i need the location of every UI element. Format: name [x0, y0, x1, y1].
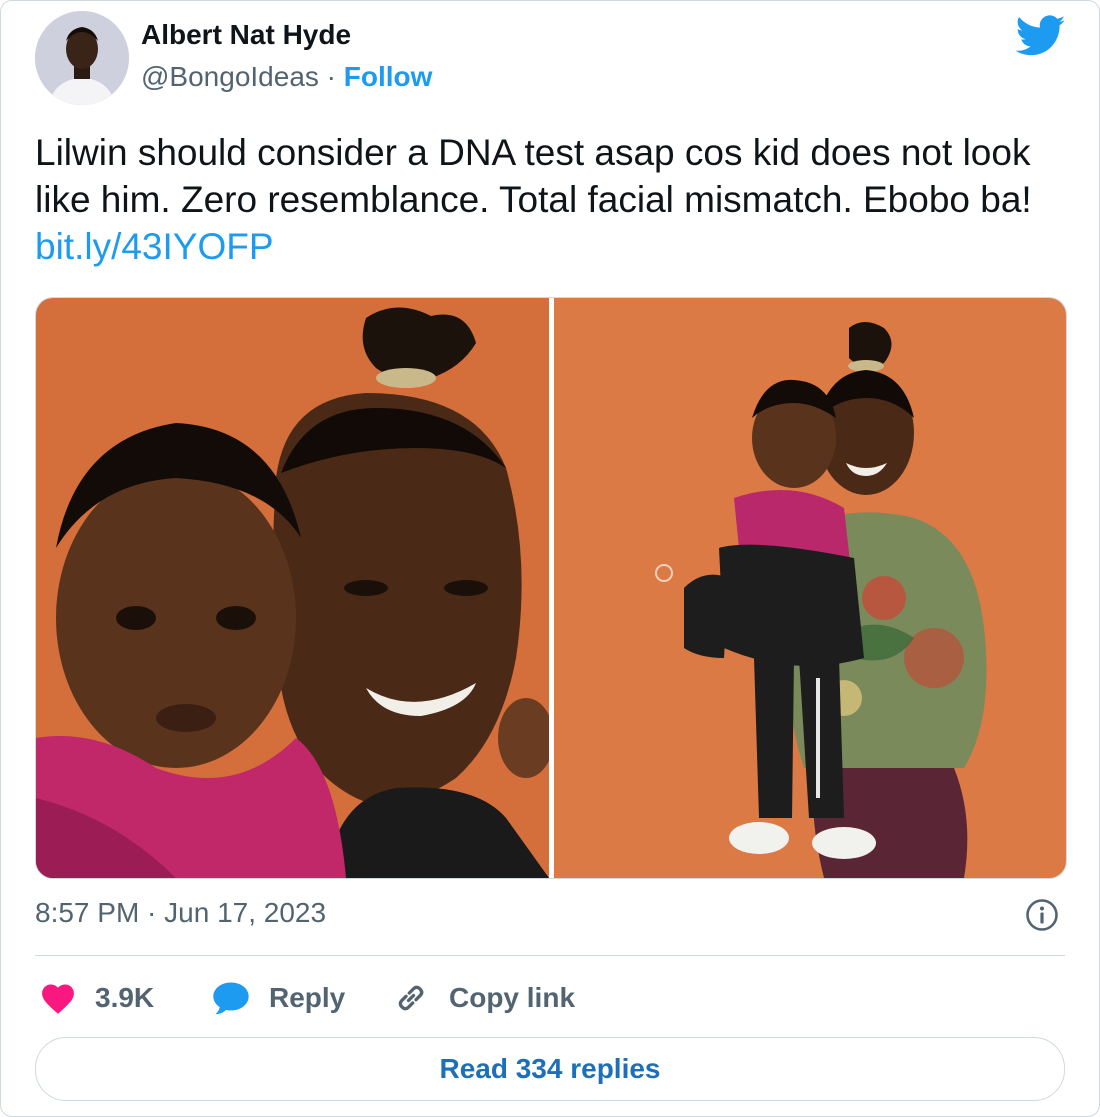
follow-button[interactable]: Follow	[344, 61, 433, 92]
tweet-timestamp[interactable]: 8:57 PM · Jun 17, 2023	[35, 897, 326, 929]
tweet-link[interactable]: bit.ly/43IYOFP	[35, 226, 274, 267]
read-replies-button[interactable]: Read 334 replies	[35, 1037, 1065, 1101]
author-handle[interactable]: @BongoIdeas	[141, 61, 319, 92]
photo-full[interactable]	[554, 298, 1066, 878]
reply-label: Reply	[269, 982, 346, 1013]
reply-button[interactable]: Reply	[211, 975, 345, 1021]
photo-closeup[interactable]	[36, 298, 549, 878]
handle-separator: ·	[326, 61, 344, 92]
twitter-bird-icon[interactable]	[1016, 15, 1066, 57]
copy-link-label: Copy link	[449, 982, 576, 1013]
actions-divider	[35, 955, 1065, 956]
author-avatar[interactable]	[35, 11, 129, 105]
tweet-text: Lilwin should consider a DNA test asap c…	[35, 129, 1065, 270]
copy-link-button[interactable]: Copy link	[391, 975, 575, 1021]
author-name[interactable]: Albert Nat Hyde	[141, 19, 351, 51]
tweet-body: Lilwin should consider a DNA test asap c…	[35, 132, 1032, 220]
like-count: 3.9K	[95, 982, 155, 1013]
speech-bubble-icon	[213, 982, 249, 1015]
like-button[interactable]: 3.9K	[39, 975, 154, 1021]
tweet-media[interactable]	[35, 297, 1067, 879]
link-icon	[398, 985, 424, 1011]
info-icon[interactable]	[1025, 898, 1059, 932]
heart-icon	[42, 984, 74, 1014]
author-handle-row: @BongoIdeas · Follow	[141, 61, 432, 93]
tweet-card: Albert Nat Hyde @BongoIdeas · Follow Lil…	[0, 0, 1100, 1117]
